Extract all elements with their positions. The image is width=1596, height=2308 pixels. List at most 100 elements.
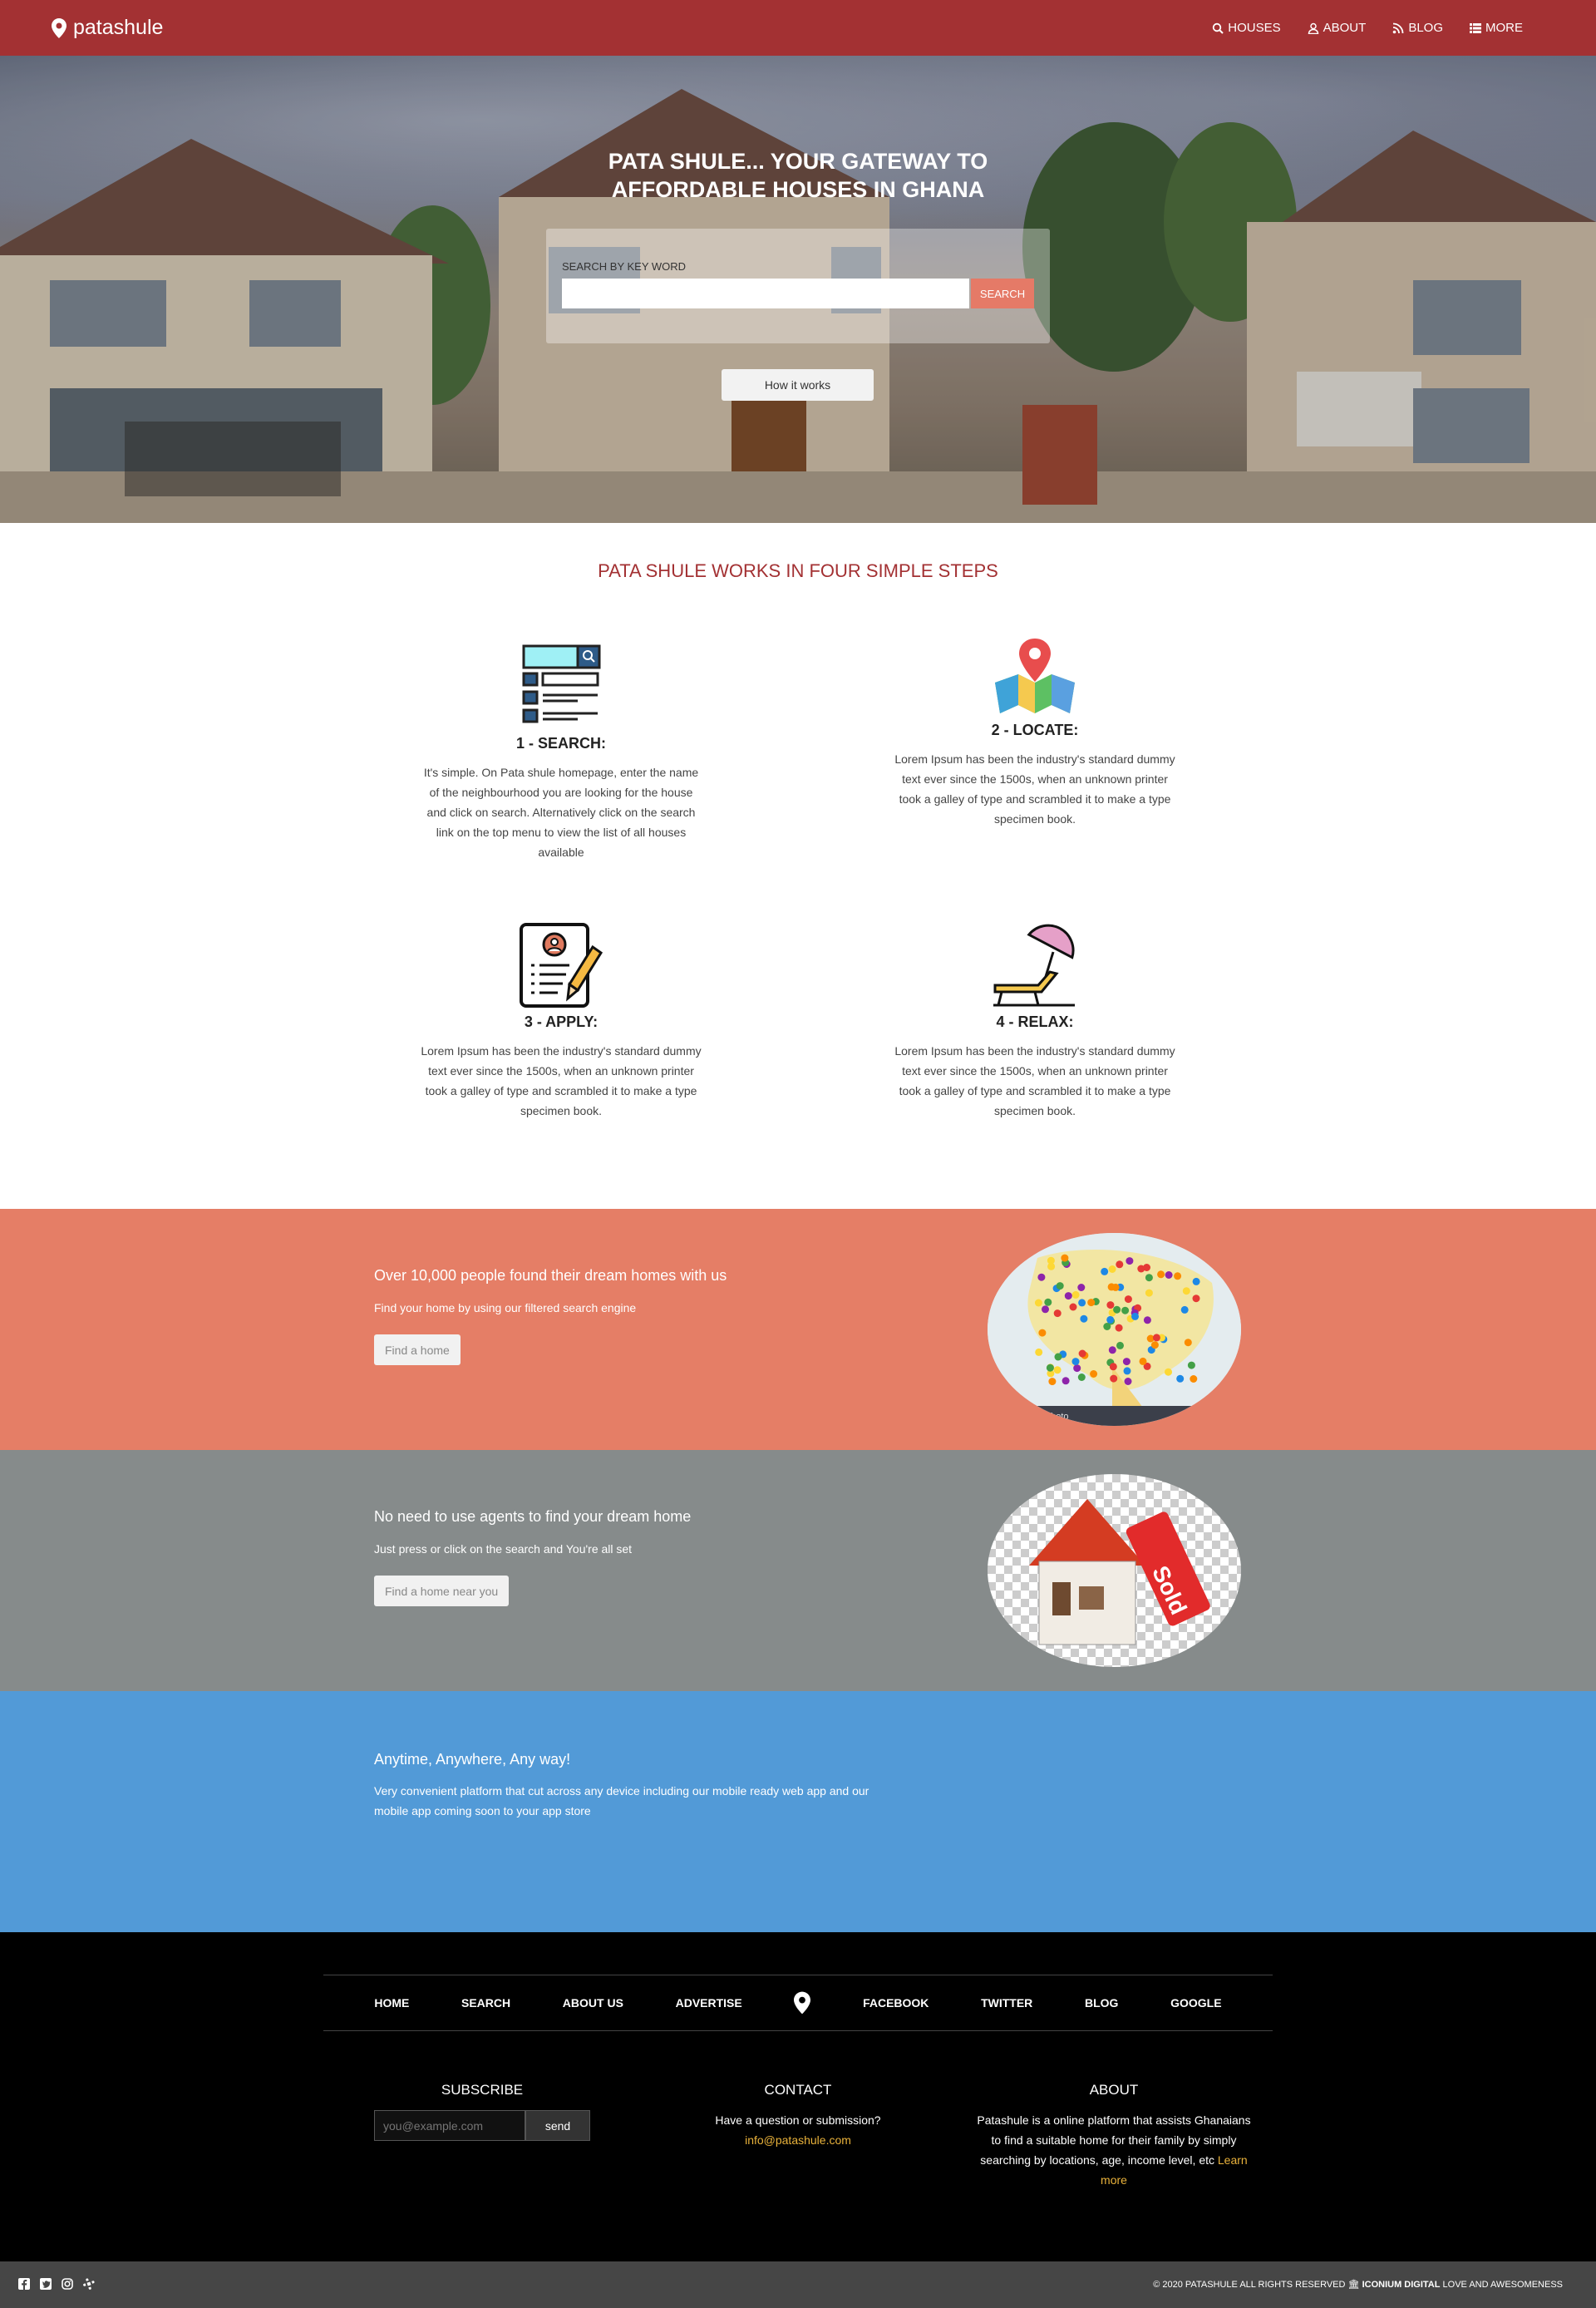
map-pin-marker (1187, 1361, 1195, 1369)
band-heading: Anytime, Anywhere, Any way! (374, 1751, 571, 1768)
contact-text: Have a question or submission? (715, 2113, 881, 2127)
nav-item-label: ABOUT (1323, 21, 1367, 35)
map-pin-marker (1165, 1368, 1172, 1376)
nav-item-houses[interactable]: HOUSES (1212, 21, 1281, 35)
copyright: © 2020 PATASHULE ALL RIGHTS RESERVED 🏛 I… (1153, 2279, 1563, 2290)
map-pin-marker (1078, 1349, 1086, 1358)
footer-link-facebook[interactable]: FACEBOOK (863, 1996, 929, 2010)
nav-links: HOUSES ABOUT BLOG MORE (1212, 0, 1523, 56)
step-title: 4 - RELAX: (996, 1013, 1074, 1030)
footer-link-twitter[interactable]: TWITTER (981, 1996, 1032, 2010)
nav-item-about[interactable]: ABOUT (1308, 21, 1367, 35)
twitter-icon[interactable] (40, 2278, 52, 2290)
map-pin-marker (1042, 1305, 1049, 1314)
map-pin-marker (1157, 1270, 1165, 1279)
map-pin-marker (1108, 1265, 1116, 1273)
slack-icon[interactable] (83, 2278, 95, 2290)
map-pin-marker (1176, 1374, 1185, 1383)
map-pin-marker (1077, 1284, 1086, 1291)
map-pin-marker (1174, 1272, 1182, 1280)
band-subtext: Find your home by using our filtered sea… (374, 1301, 637, 1314)
step-locate: 2 - LOCATE: Lorem Ipsum has been the ind… (894, 637, 1176, 829)
map-pin-marker (1126, 1257, 1134, 1265)
band-heading: No need to use agents to find your dream… (374, 1508, 692, 1525)
nav-item-label: BLOG (1408, 21, 1443, 35)
map-pin-marker (1139, 1357, 1147, 1365)
map-pin-marker (1046, 1364, 1054, 1372)
subscribe-email-input[interactable] (374, 2110, 525, 2141)
copyright-brand[interactable]: ICONIUM DIGITAL (1362, 2280, 1441, 2290)
beach-chair-umbrella-icon (993, 924, 1075, 1007)
map-pin-marker (1184, 1339, 1192, 1347)
about-text-line3: searching by locations, age, income leve… (980, 2153, 1214, 2167)
map-pin-marker (1071, 1358, 1080, 1366)
find-home-near-you-button[interactable]: Find a home near you (374, 1576, 510, 1606)
map-pin-marker (1150, 1341, 1159, 1349)
contact-title: CONTACT (764, 2082, 832, 2098)
promo-band-no-agents: No need to use agents to find your dream… (0, 1450, 1596, 1691)
map-pin-marker (1101, 1267, 1109, 1275)
map-pin-marker (1108, 1346, 1116, 1354)
map-pin-marker (1087, 1299, 1096, 1307)
facebook-icon[interactable] (18, 2278, 30, 2290)
footer-link-search[interactable]: SEARCH (461, 1996, 510, 2010)
copyright-text: © 2020 PATASHULE ALL RIGHTS RESERVED (1153, 2280, 1346, 2290)
map-pin-marker (1192, 1277, 1200, 1285)
footer-link-about-us[interactable]: ABOUT US (563, 1996, 623, 2010)
map-pin-marker (1103, 1323, 1111, 1330)
sold-house-image: Sold (988, 1474, 1241, 1667)
footer-link-google[interactable]: GOOGLE (1170, 1996, 1221, 2010)
map-pins-image: photo (988, 1233, 1241, 1426)
step-title: 2 - LOCATE: (991, 722, 1079, 738)
map-pin-marker (1165, 1271, 1173, 1279)
learn-more-link[interactable]: Learn (1218, 2153, 1248, 2167)
map-pin-marker (1047, 1262, 1056, 1270)
nav-item-label: HOUSES (1228, 21, 1281, 35)
footer: HOME SEARCH ABOUT US ADVERTISE FACEBOOK … (0, 1932, 1596, 2261)
subscribe-send-button[interactable]: send (525, 2110, 590, 2141)
map-pin-marker (1137, 1265, 1145, 1273)
map-pin-marker (1123, 1367, 1131, 1375)
contact-email-link[interactable]: info@patashule.com (745, 2133, 851, 2147)
map-pin-marker (1044, 1298, 1052, 1306)
brand-logo[interactable]: patashule (52, 0, 163, 56)
footer-link-home[interactable]: HOME (374, 1996, 409, 2010)
map-pin-marker (1038, 1329, 1047, 1337)
map-pin-marker (1037, 1273, 1046, 1281)
step-title: 1 - SEARCH: (515, 735, 606, 752)
map-pin-marker (1034, 1299, 1042, 1307)
bottom-bar: © 2020 PATASHULE ALL RIGHTS RESERVED 🏛 I… (0, 2261, 1596, 2308)
map-pin-marker (1073, 1364, 1081, 1373)
map-pin-marker (1145, 1274, 1153, 1282)
map-pin-marker (1080, 1314, 1088, 1323)
search-button[interactable]: SEARCH (971, 279, 1034, 308)
learn-more-link-cont[interactable]: more (1101, 2173, 1127, 2187)
map-pin-marker (1054, 1353, 1062, 1361)
map-pin-marker (1122, 1358, 1130, 1366)
find-home-button[interactable]: Find a home (374, 1334, 461, 1365)
map-pin-marker (1064, 1292, 1072, 1300)
step-text: Lorem Ipsum has been the industry's stan… (894, 1044, 1175, 1117)
band-heading: Over 10,000 people found their dream hom… (374, 1267, 727, 1284)
map-pin-marker (1131, 1312, 1139, 1320)
map-pin-marker (1048, 1378, 1057, 1386)
footer-map-pin-icon[interactable] (794, 1991, 811, 2015)
footer-link-advertise[interactable]: ADVERTISE (676, 1996, 742, 2010)
search-panel: SEARCH BY KEY WORD SEARCH (546, 229, 1050, 343)
footer-link-blog[interactable]: BLOG (1085, 1996, 1118, 2010)
map-pin-marker (1180, 1305, 1189, 1314)
nav-item-blog[interactable]: BLOG (1392, 21, 1443, 35)
steps-section-title: PATA SHULE WORKS IN FOUR SIMPLE STEPS (598, 560, 998, 581)
nav-item-more[interactable]: MORE (1470, 21, 1523, 35)
instagram-icon[interactable] (62, 2278, 73, 2290)
map-pin-marker (1113, 1305, 1121, 1314)
search-input[interactable] (562, 279, 969, 308)
how-it-works-button[interactable]: How it works (722, 369, 874, 401)
map-pin-marker (1124, 1378, 1132, 1385)
map-pin-marker (1182, 1287, 1190, 1295)
image-caption: photo (1046, 1412, 1069, 1422)
band-subtext-line1: Very convenient platform that cut across… (374, 1784, 869, 1798)
about-title: ABOUT (1089, 2082, 1139, 2098)
step-text: It's simple. On Pata shule homepage, ent… (423, 766, 699, 859)
step-title: 3 - APPLY: (524, 1013, 598, 1030)
